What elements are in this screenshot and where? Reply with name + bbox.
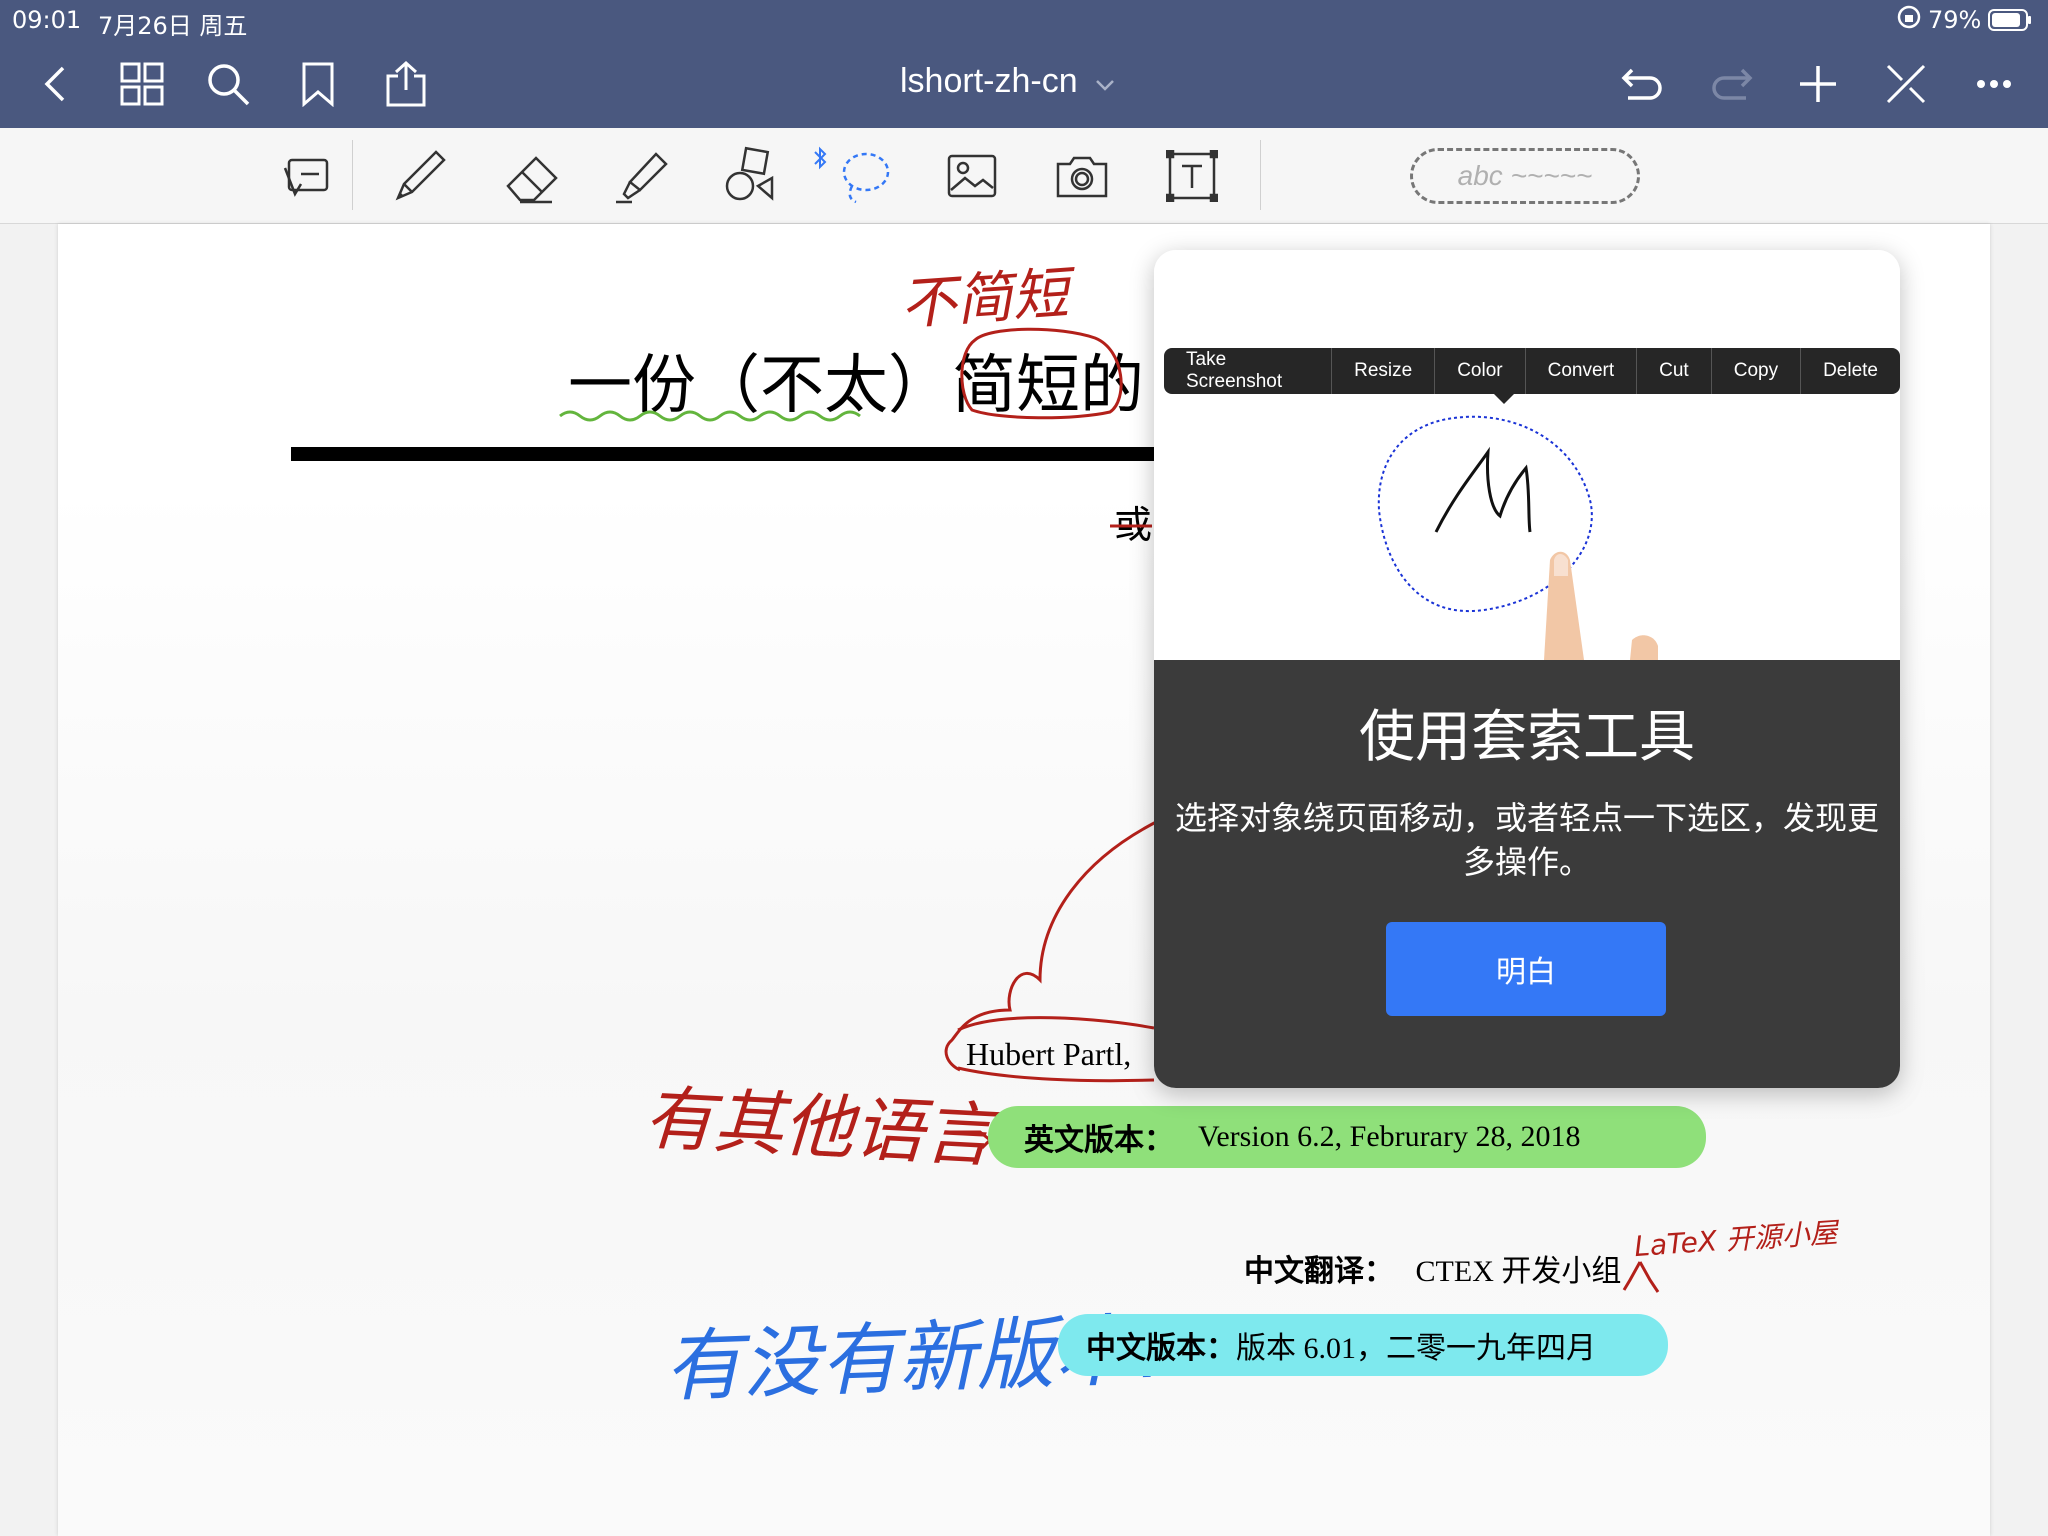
menu-color[interactable]: Color	[1435, 348, 1526, 394]
translation-value: CTEX 开发小组	[1415, 1255, 1622, 1288]
translation-line: 中文翻译： CTEX 开发小组	[1244, 1246, 1621, 1290]
menu-resize[interactable]: Resize	[1332, 348, 1436, 394]
menu-take-screenshot[interactable]: Take Screenshot	[1164, 348, 1333, 394]
tutorial-panel: 使用套索工具 选择对象绕页面移动，或者轻点一下选区，发现更多操作。 明白	[1154, 660, 1900, 1088]
english-version-label: 英文版本：	[1024, 1123, 1174, 1158]
app-window: { "status": {"time": "09:01", "date": "7…	[0, 0, 2048, 1536]
menu-convert[interactable]: Convert	[1526, 348, 1638, 394]
chinese-version-label: 中文版本：	[1086, 1331, 1236, 1366]
handwritten-note-title: 不简短	[898, 261, 1071, 338]
lasso-context-menu: Take Screenshot Resize Color Convert Cut…	[1164, 348, 1900, 394]
tutorial-title: 使用套索工具	[1359, 705, 1695, 770]
english-version-highlight: 英文版本： Version 6.2, Februrary 28, 2018	[988, 1106, 1706, 1168]
tutorial-description: 选择对象绕页面移动，或者轻点一下选区，发现更多操作。	[1174, 799, 1879, 881]
lasso-selection-illustration	[1377, 415, 1658, 660]
chinese-version-highlight: 中文版本： 版本 6.01，二零一九年四月	[1058, 1314, 1668, 1376]
handwritten-note-languages: 有其他语言?	[641, 1076, 1033, 1180]
menu-delete[interactable]: Delete	[1801, 348, 1900, 394]
menu-cut[interactable]: Cut	[1637, 348, 1712, 394]
translation-label: 中文翻译：	[1244, 1254, 1394, 1289]
got-it-button[interactable]: 明白	[1386, 922, 1666, 1016]
popover-arrow	[1510, 226, 1554, 252]
menu-copy[interactable]: Copy	[1712, 348, 1802, 394]
english-version-value: Version 6.2, Februrary 28, 2018	[1198, 1120, 1581, 1153]
chinese-version-value: 版本 6.01，二零一九年四月	[1236, 1332, 1596, 1365]
tutorial-illustration: Take Screenshot Resize Color Convert Cut…	[1154, 250, 1900, 660]
author-text: Hubert Partl,	[966, 1036, 1132, 1072]
lasso-tutorial-popup: Take Screenshot Resize Color Convert Cut…	[1154, 250, 1900, 1088]
